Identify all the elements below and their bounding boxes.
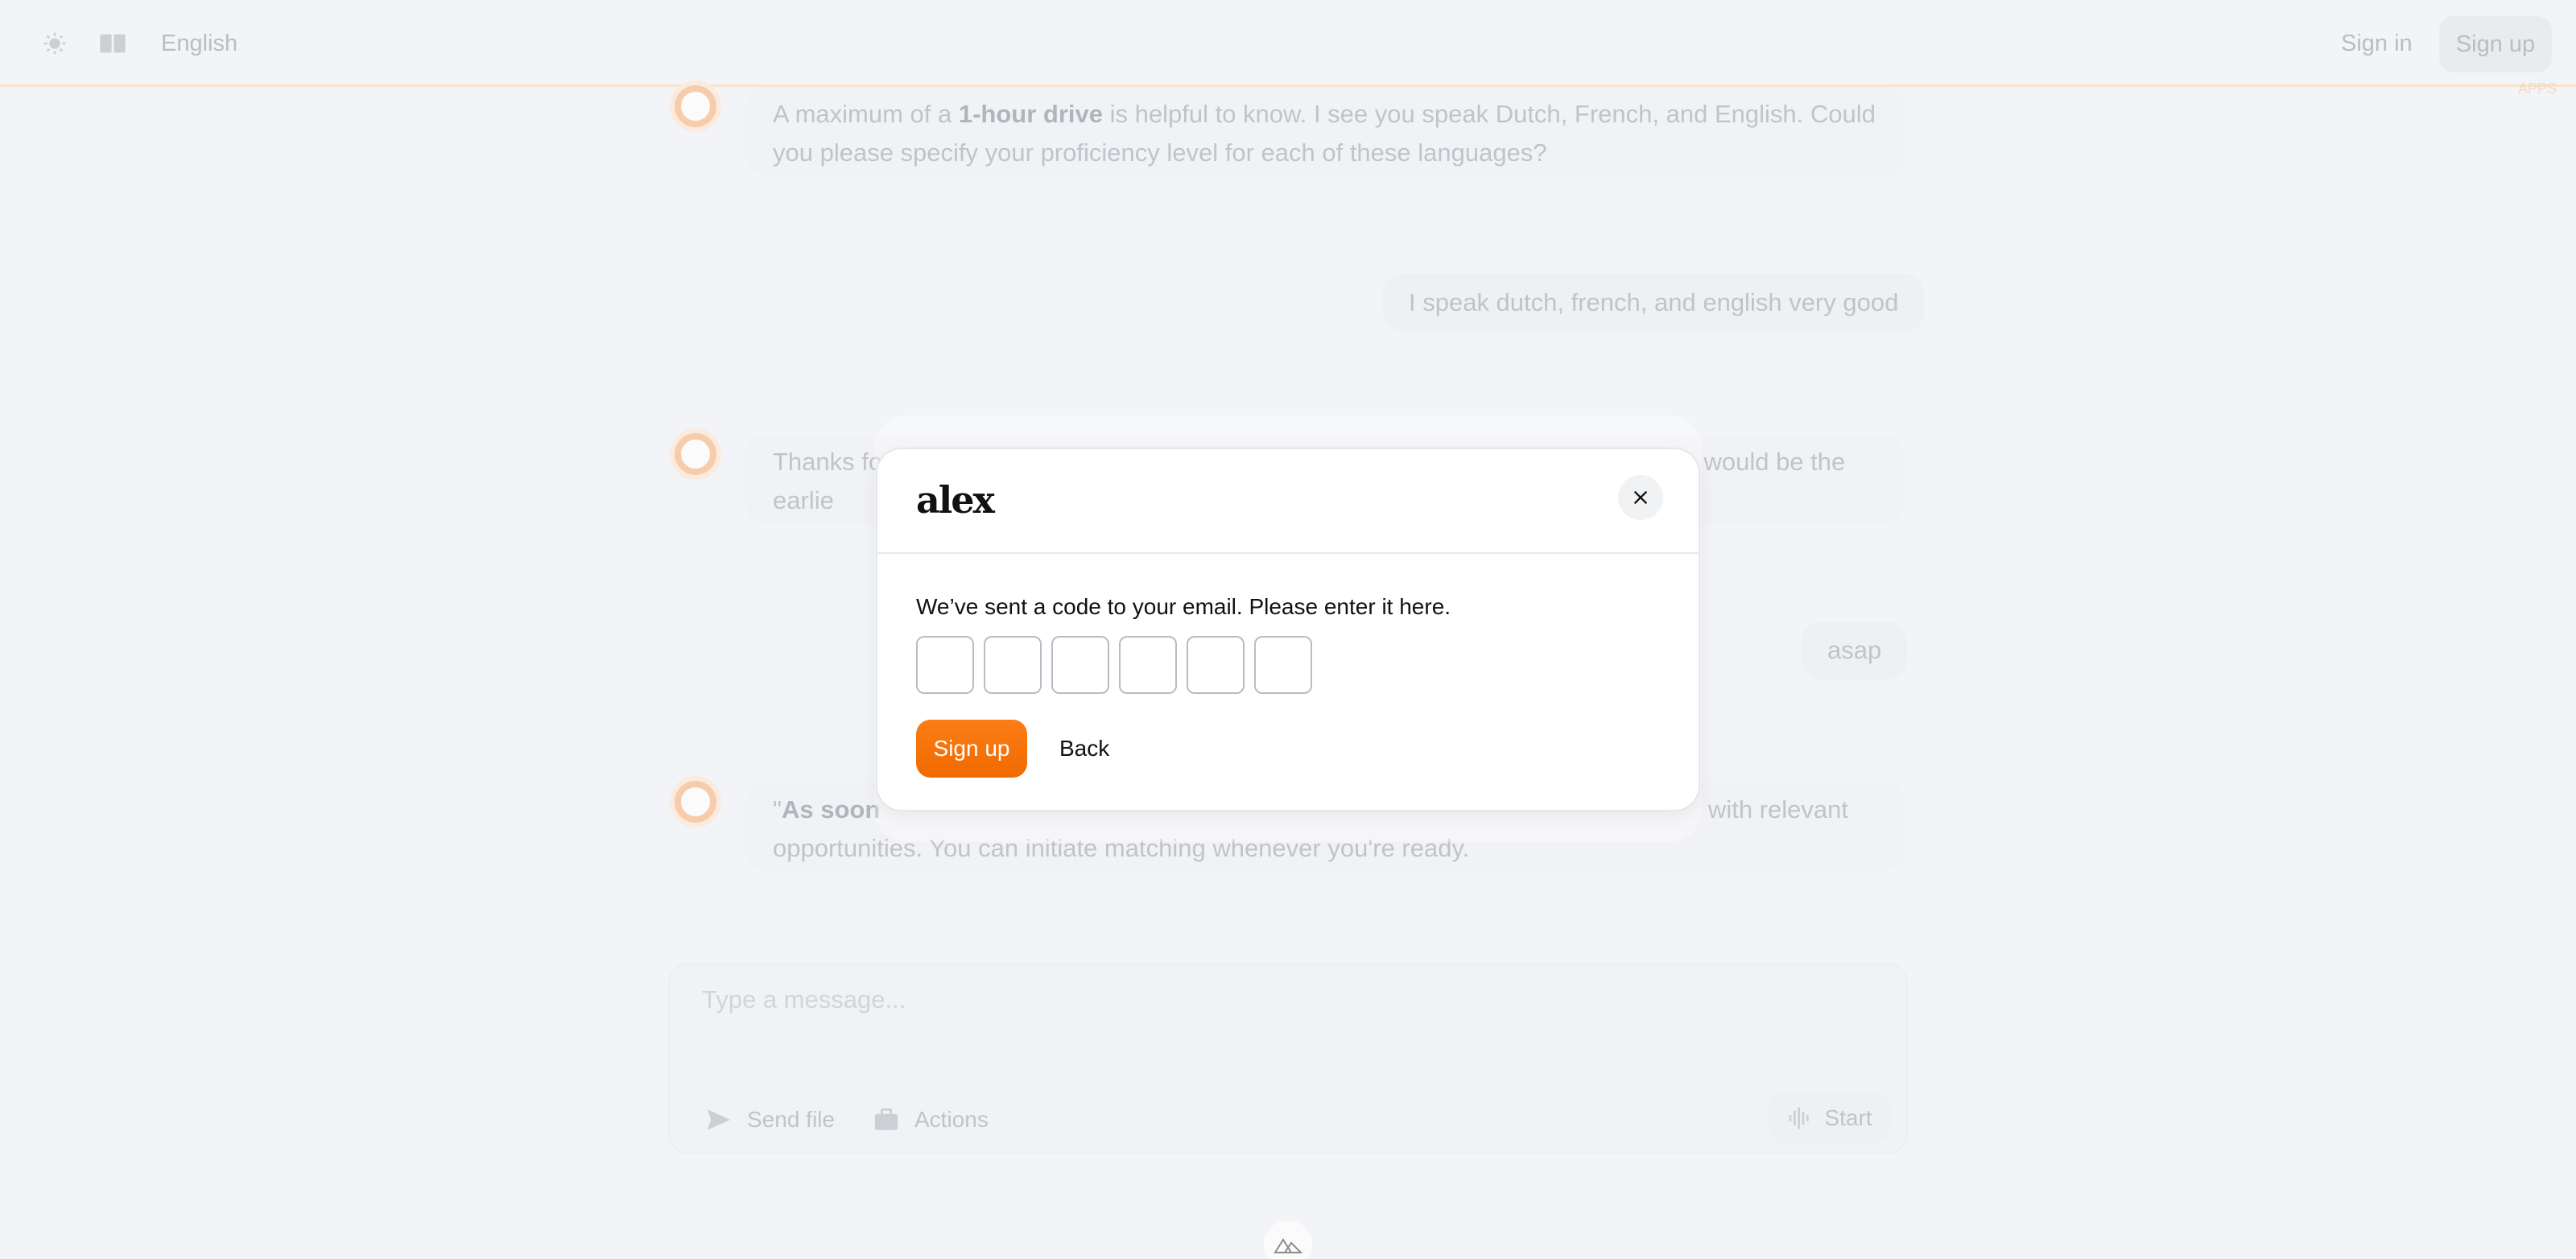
code-digit-input[interactable] (1187, 636, 1245, 694)
code-input-group (916, 636, 1451, 694)
verification-message: We’ve sent a code to your email. Please … (916, 594, 1451, 619)
app-root: English Sign in Sign up APPS A maximum o… (0, 0, 2576, 1259)
verification-modal: alex We’ve sent a code to your email. Pl… (876, 448, 1700, 811)
code-digit-input[interactable] (1254, 636, 1312, 694)
back-button[interactable]: Back (1059, 736, 1109, 762)
modal-actions: Sign up Back (916, 720, 1451, 778)
code-digit-input[interactable] (1119, 636, 1177, 694)
code-digit-input[interactable] (916, 636, 974, 694)
brand-logo: alex (916, 478, 995, 522)
close-icon (1633, 490, 1648, 505)
close-button[interactable] (1618, 475, 1663, 520)
modal-header: alex (877, 449, 1699, 554)
sign-up-submit-button[interactable]: Sign up (916, 720, 1027, 778)
code-digit-input[interactable] (984, 636, 1042, 694)
modal-body: We’ve sent a code to your email. Please … (916, 591, 1451, 778)
code-digit-input[interactable] (1051, 636, 1109, 694)
